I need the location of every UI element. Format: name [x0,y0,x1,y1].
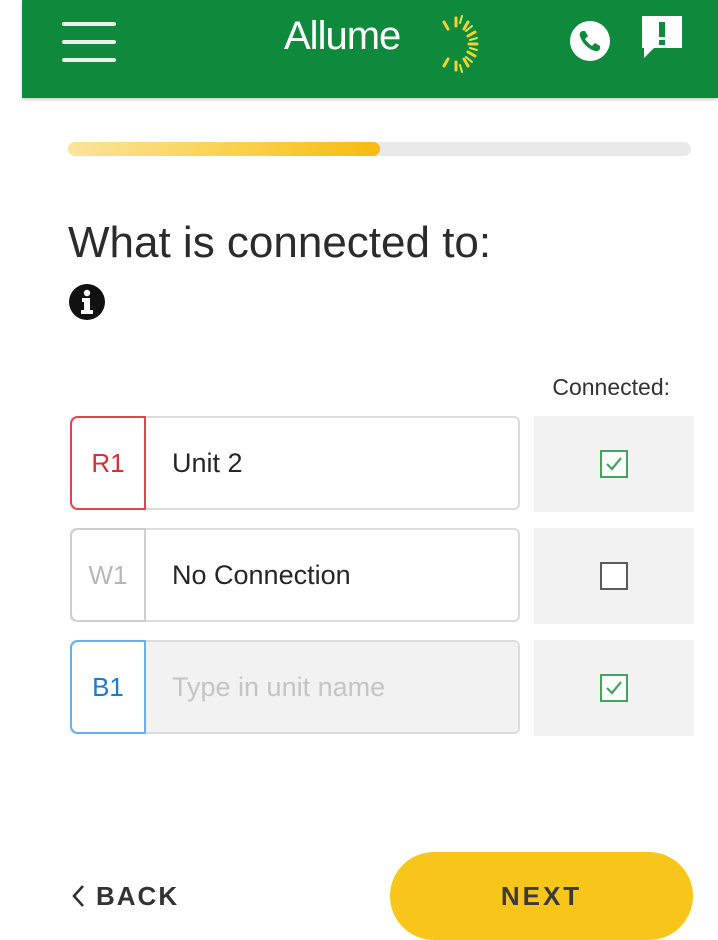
connected-checkbox[interactable] [600,562,628,590]
info-icon[interactable] [68,283,106,321]
connected-checkbox[interactable] [600,450,628,478]
terminal-label: R1 [70,416,146,510]
unit-value[interactable]: Unit 2 [172,418,502,508]
hamburger-menu-icon[interactable] [62,20,116,64]
unit-name-input[interactable] [146,642,518,732]
back-button[interactable]: BACK [70,872,179,920]
progress-fill [68,142,380,156]
phone-icon[interactable] [569,20,611,62]
feedback-icon[interactable] [640,14,684,60]
connected-column-header: Connected: [552,374,670,400]
unit-field[interactable]: W1 No Connection [70,528,520,622]
back-button-label: BACK [96,881,180,911]
connected-checkbox[interactable] [600,674,628,702]
chevron-left-icon [72,885,84,907]
unit-field[interactable]: R1 Unit 2 [70,416,520,510]
connected-checkbox-cell[interactable] [534,640,694,736]
terminal-label: B1 [70,640,146,734]
logo: Allume [284,12,484,76]
progress-bar [68,142,691,156]
unit-value[interactable]: No Connection [172,530,502,620]
checkmark-icon [606,457,622,471]
logo-text: Allume [284,14,401,58]
next-button[interactable]: NEXT [390,852,693,940]
connection-row: R1 Unit 2 [70,416,694,512]
checkmark-icon [606,681,622,695]
connected-checkbox-cell[interactable] [534,528,694,624]
terminal-label: W1 [70,528,146,622]
connection-row: W1 No Connection [70,528,694,624]
connected-checkbox-cell[interactable] [534,416,694,512]
connection-row: B1 [70,640,694,736]
app-header: Allume [22,0,718,98]
sun-icon [442,15,479,73]
question-title: What is connected to: [68,218,492,267]
unit-field: B1 [70,640,520,734]
